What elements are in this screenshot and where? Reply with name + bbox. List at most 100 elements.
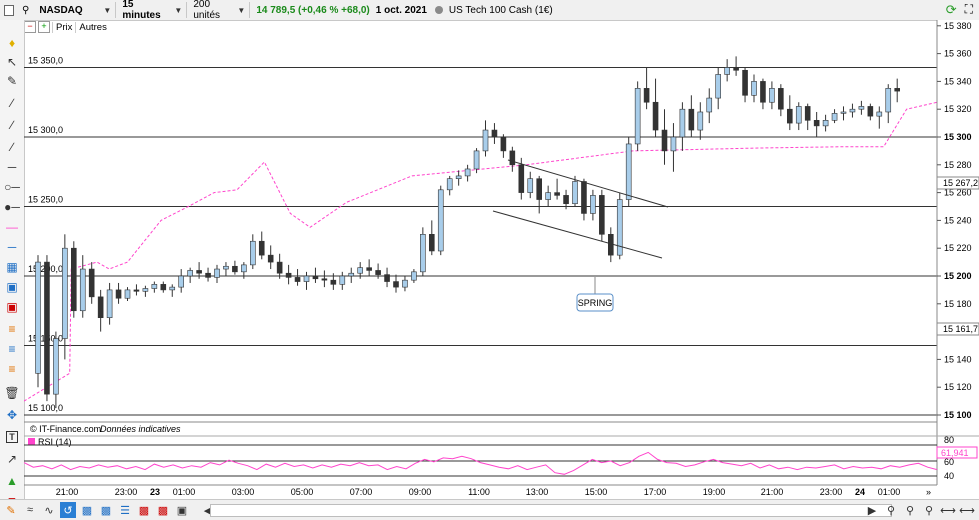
arrows-compress-icon[interactable]: ⟷ bbox=[959, 502, 975, 518]
candle-body bbox=[518, 164, 525, 193]
fibonacci-icon[interactable]: ≡ bbox=[2, 320, 22, 338]
time-tick-label: 03:00 bbox=[232, 487, 255, 497]
timeframe-selector[interactable]: 15 minutes ▼ bbox=[118, 0, 188, 21]
candle-body bbox=[751, 81, 757, 96]
candle-body bbox=[563, 195, 569, 205]
level-line-icon[interactable]: ●─ bbox=[2, 198, 22, 216]
up-arrow-icon[interactable]: ▲ bbox=[2, 472, 22, 490]
units-selector[interactable]: 200 unités ▼ bbox=[189, 0, 251, 21]
candle-body bbox=[357, 267, 364, 274]
moving-average-line bbox=[24, 101, 938, 402]
ray-icon[interactable]: ∕ bbox=[2, 116, 22, 134]
line-tool-icon[interactable]: ∕ bbox=[2, 138, 22, 156]
candle-body bbox=[366, 267, 372, 271]
channel-icon[interactable]: ─ bbox=[2, 238, 22, 256]
refresh-icon[interactable]: ⟳ bbox=[946, 2, 957, 18]
print-icon[interactable]: ▩ bbox=[136, 502, 152, 518]
scroll-more-icon[interactable]: » bbox=[926, 487, 931, 497]
candle-body bbox=[44, 261, 50, 395]
save-icon[interactable]: ▩ bbox=[79, 502, 95, 518]
color-square-icon[interactable] bbox=[2, 2, 16, 18]
zoom-in-icon[interactable]: ⚲ bbox=[883, 502, 899, 518]
candle-body bbox=[769, 88, 775, 103]
horizontal-ray-icon[interactable]: ○─ bbox=[2, 178, 22, 196]
status-dot-icon bbox=[434, 6, 443, 14]
time-tick-label: 11:00 bbox=[468, 487, 490, 497]
level-label: 15 350,0 bbox=[28, 56, 63, 66]
rectangle-icon[interactable]: ▦ bbox=[2, 258, 22, 276]
arrows-expand-icon[interactable]: ⟷ bbox=[940, 502, 956, 518]
candle-body bbox=[733, 67, 739, 71]
ruler-icon[interactable]: ✎ bbox=[2, 72, 22, 90]
gann-icon[interactable]: ≡ bbox=[2, 360, 22, 378]
candle-body bbox=[536, 178, 543, 200]
dashed-line-icon[interactable]: — bbox=[2, 218, 22, 236]
chevron-down-icon: ▼ bbox=[237, 5, 246, 15]
move-icon[interactable]: ✥ bbox=[2, 406, 22, 424]
candle-body bbox=[178, 275, 184, 288]
drawing-toolbar: ♦ ↖ ✎ ∕ ∕ ∕ ─ ○─ ●─ — ─ ▦ ▣ ▣ ≡ ≡ ≡ 🗑 ✥ … bbox=[0, 20, 25, 508]
arrow-icon[interactable]: ↗ bbox=[2, 450, 22, 468]
candle-body bbox=[241, 264, 247, 273]
candle-body bbox=[867, 106, 874, 117]
chat-icon[interactable]: ▩ bbox=[98, 502, 114, 518]
candle-body bbox=[813, 120, 820, 127]
candle-body bbox=[223, 265, 229, 270]
rsi-tick-40: 40 bbox=[944, 471, 954, 481]
rsi-color-swatch bbox=[28, 438, 35, 445]
candle-body bbox=[196, 270, 202, 274]
candle-body bbox=[384, 274, 390, 282]
maximize-icon[interactable]: ⛶ bbox=[965, 2, 973, 18]
chart-type-icon[interactable]: ≈ bbox=[22, 502, 38, 518]
bell-icon[interactable]: ♦ bbox=[2, 34, 22, 52]
chevron-down-icon: ▼ bbox=[174, 5, 183, 15]
level-label: 15 250,0 bbox=[28, 195, 63, 205]
candle-body bbox=[411, 271, 417, 281]
candle-body bbox=[482, 129, 489, 152]
candle-body bbox=[312, 275, 319, 280]
cursor-icon[interactable]: ↖ bbox=[2, 53, 22, 71]
trendline-icon[interactable]: ∕ bbox=[2, 94, 22, 112]
quote-change: 14 789,5 (+0,46 % +68,0) bbox=[256, 4, 370, 16]
trash-icon[interactable]: 🗑 bbox=[2, 384, 22, 402]
candle-body bbox=[437, 189, 444, 252]
share-icon[interactable]: ↺ bbox=[60, 502, 76, 518]
candle-body bbox=[35, 261, 41, 374]
axis-tick-label: 15 320 bbox=[944, 104, 972, 114]
zone-icon[interactable]: ▣ bbox=[2, 298, 22, 316]
box-icon[interactable]: ▣ bbox=[2, 278, 22, 296]
candle-body bbox=[88, 268, 95, 298]
zoom-out-icon[interactable]: ⚲ bbox=[921, 502, 937, 518]
candle-body bbox=[402, 279, 408, 288]
candle-body bbox=[679, 108, 686, 138]
horizontal-line-icon[interactable]: ─ bbox=[2, 158, 22, 176]
fib-fan-icon[interactable]: ≡ bbox=[2, 340, 22, 358]
symbol-selector[interactable]: NASDAQ ▼ bbox=[35, 2, 117, 18]
candle-body bbox=[455, 175, 462, 179]
list-icon[interactable]: ☰ bbox=[117, 502, 133, 518]
channel-lower-line[interactable] bbox=[492, 210, 663, 259]
top-toolbar: ⚲ NASDAQ ▼ 15 minutes ▼ 200 unités ▼ 14 … bbox=[0, 0, 979, 21]
zoom-fit-icon[interactable]: ⚲ bbox=[902, 502, 918, 518]
search-icon[interactable]: ⚲ bbox=[18, 2, 33, 18]
time-tick-label: 23:00 bbox=[115, 487, 138, 497]
price-chart[interactable]: 15 350,015 300,015 250,015 200,015 150,0… bbox=[24, 20, 979, 499]
draw-pen-icon[interactable]: ✎ bbox=[3, 502, 19, 518]
scroll-right-icon[interactable]: ▶ bbox=[864, 502, 880, 518]
candle-body bbox=[142, 288, 149, 292]
candle-body bbox=[267, 254, 274, 263]
text-icon[interactable]: T bbox=[2, 428, 22, 446]
line-chart-icon[interactable]: ∿ bbox=[41, 502, 57, 518]
screenshot-icon[interactable]: ▩ bbox=[155, 502, 171, 518]
candle-body bbox=[778, 88, 784, 110]
time-scrollbar[interactable] bbox=[210, 504, 892, 517]
axis-tick-label: 15 100 bbox=[944, 410, 972, 420]
candle-body bbox=[795, 106, 802, 124]
time-tick-label: 15:00 bbox=[585, 487, 608, 497]
candle-body bbox=[652, 101, 659, 131]
chevron-down-icon: ▼ bbox=[103, 5, 112, 15]
candle-body bbox=[500, 136, 507, 152]
time-tick-label: 21:00 bbox=[761, 487, 784, 497]
scan-icon[interactable]: ▣ bbox=[174, 502, 190, 518]
candle-body bbox=[858, 106, 865, 110]
